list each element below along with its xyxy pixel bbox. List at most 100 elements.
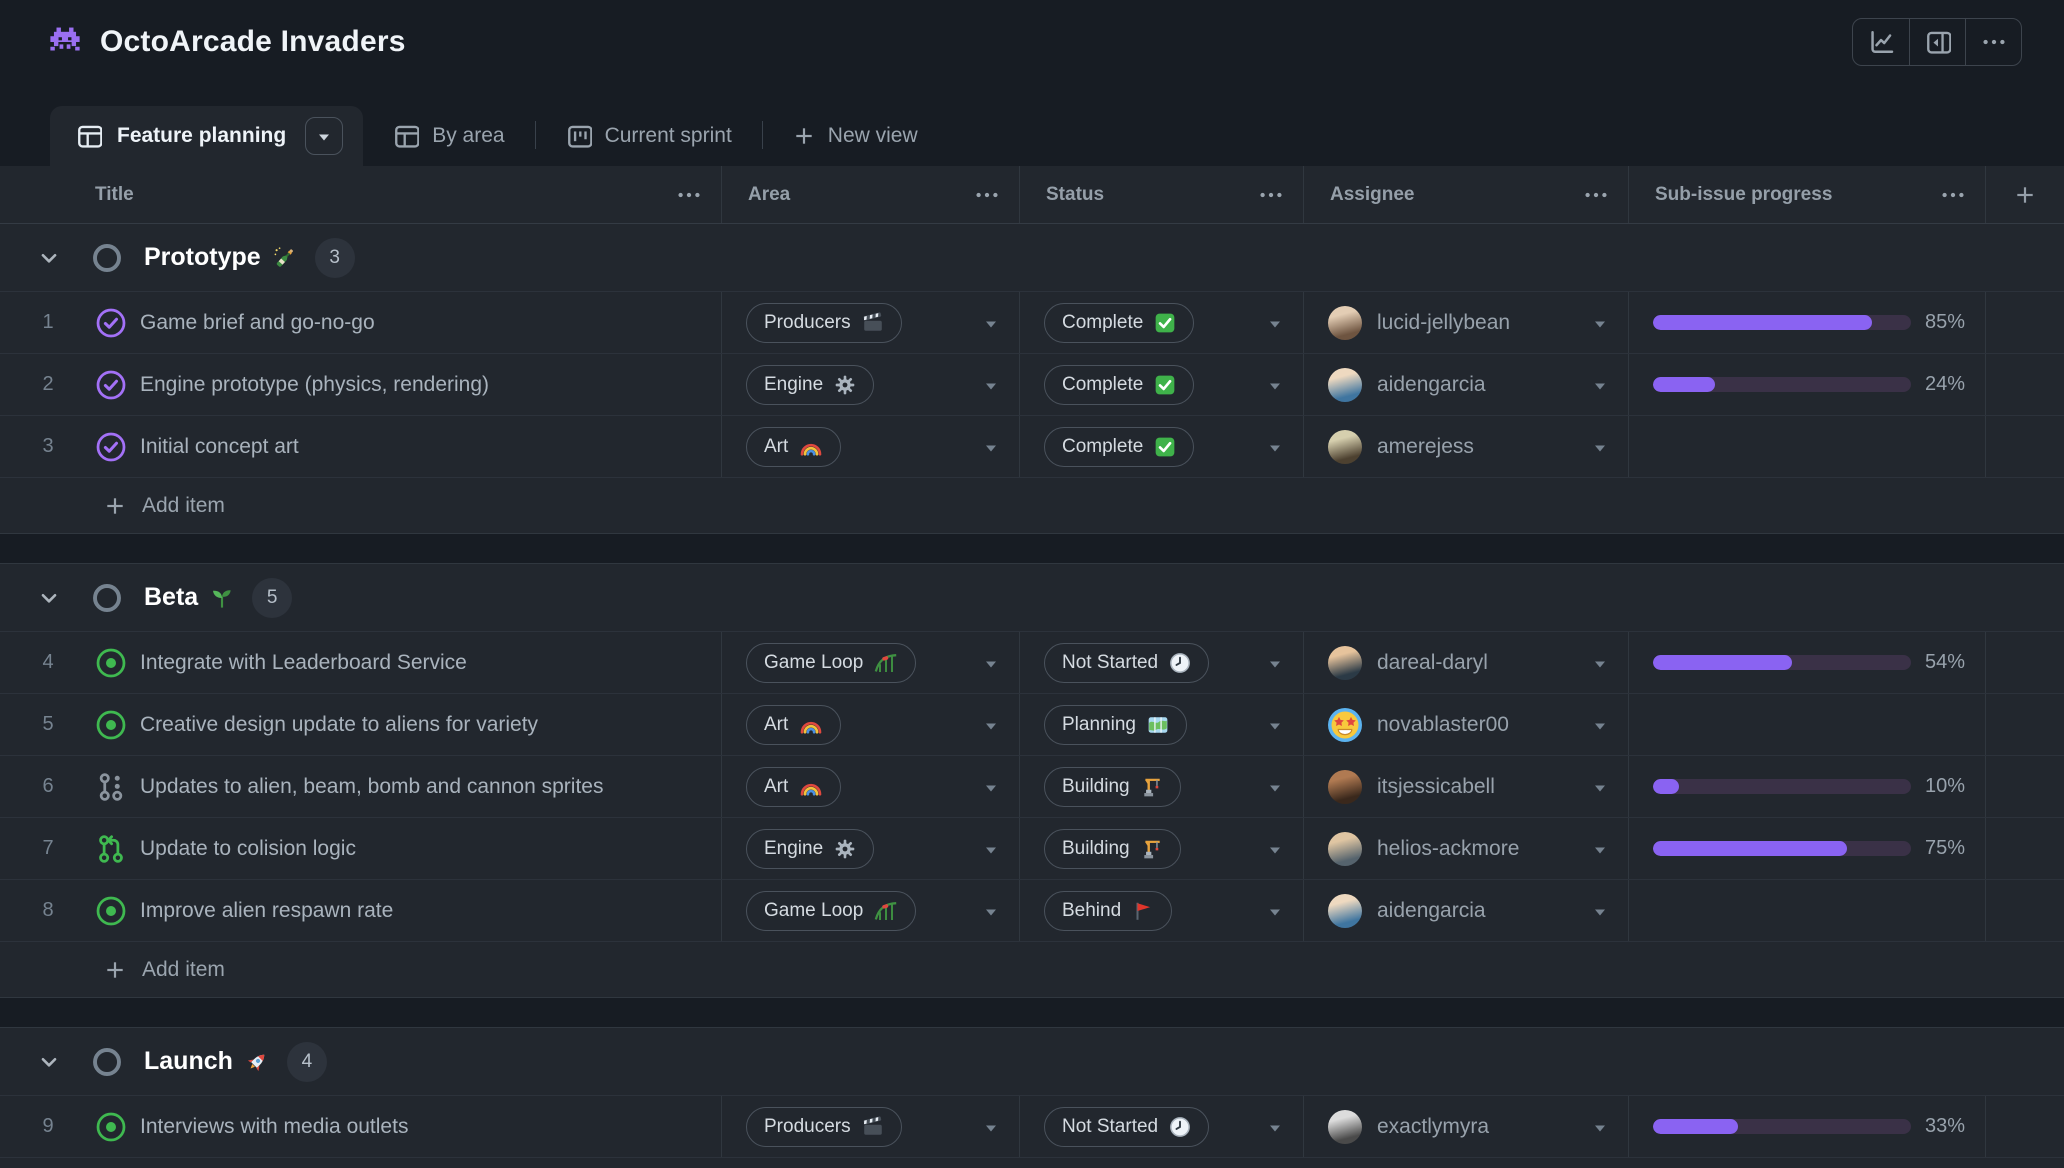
cell-dropdown-caret[interactable]	[1267, 717, 1283, 733]
area-chip[interactable]: Producers	[746, 303, 902, 343]
cell-dropdown-caret[interactable]	[983, 1119, 999, 1135]
new-view-button[interactable]: New view	[763, 106, 948, 166]
area-chip[interactable]: Game Loop	[746, 643, 916, 683]
status-chip[interactable]: Not Started	[1044, 1107, 1209, 1147]
title-cell[interactable]: 9 Interviews with media outlets	[0, 1096, 722, 1157]
assignee[interactable]: novablaster00	[1328, 708, 1509, 742]
area-chip[interactable]: Game Loop	[746, 891, 916, 931]
column-header-sub-issue-progress[interactable]: Sub-issue progress	[1629, 166, 1986, 223]
title-cell[interactable]: 6 Updates to alien, beam, bomb and canno…	[0, 756, 722, 817]
area-cell[interactable]: Game Loop	[722, 632, 1020, 693]
area-chip[interactable]: Art	[746, 767, 841, 807]
area-cell[interactable]: Art	[722, 694, 1020, 755]
title-cell[interactable]: 4 Integrate with Leaderboard Service	[0, 632, 722, 693]
status-chip[interactable]: Not Started	[1044, 643, 1209, 683]
cell-dropdown-caret[interactable]	[983, 779, 999, 795]
issue-title[interactable]: Integrate with Leaderboard Service	[140, 651, 467, 675]
cell-dropdown-caret[interactable]	[1267, 377, 1283, 393]
column-menu-icon[interactable]	[1584, 183, 1608, 207]
tab-feature-planning[interactable]: Feature planning	[50, 106, 363, 166]
add-item-button[interactable]: Add item	[0, 478, 2064, 534]
add-column-button[interactable]	[1986, 166, 2064, 223]
cell-dropdown-caret[interactable]	[983, 655, 999, 671]
issue-title[interactable]: Creative design update to aliens for var…	[140, 713, 538, 737]
issue-title[interactable]: Engine prototype (physics, rendering)	[140, 373, 489, 397]
title-cell[interactable]: 3 Initial concept art	[0, 416, 722, 477]
cell-dropdown-caret[interactable]	[983, 439, 999, 455]
cell-dropdown-caret[interactable]	[1267, 315, 1283, 331]
status-chip[interactable]: Complete	[1044, 427, 1194, 467]
area-cell[interactable]: Producers	[722, 1096, 1020, 1157]
assignee-cell[interactable]: lucid-jellybean	[1304, 292, 1629, 353]
cell-dropdown-caret[interactable]	[1592, 841, 1608, 857]
assignee[interactable]: helios-ackmore	[1328, 832, 1519, 866]
column-header-assignee[interactable]: Assignee	[1304, 166, 1629, 223]
column-menu-icon[interactable]	[975, 183, 999, 207]
column-header-title[interactable]: Title	[0, 166, 722, 223]
area-chip[interactable]: Art	[746, 705, 841, 745]
status-cell[interactable]: Planning	[1020, 694, 1304, 755]
assignee[interactable]: dareal-daryl	[1328, 646, 1488, 680]
issue-title[interactable]: Game brief and go-no-go	[140, 311, 375, 335]
issue-title[interactable]: Update to colision logic	[140, 837, 356, 861]
cell-dropdown-caret[interactable]	[1592, 315, 1608, 331]
title-cell[interactable]: 7 Update to colision logic	[0, 818, 722, 879]
area-chip[interactable]: Art	[746, 427, 841, 467]
cell-dropdown-caret[interactable]	[1267, 841, 1283, 857]
area-chip[interactable]: Engine	[746, 829, 874, 869]
status-cell[interactable]: Behind	[1020, 880, 1304, 941]
issue-title[interactable]: Interviews with media outlets	[140, 1115, 408, 1139]
assignee-cell[interactable]: helios-ackmore	[1304, 818, 1629, 879]
assignee[interactable]: exactlymyra	[1328, 1110, 1489, 1144]
cell-dropdown-caret[interactable]	[1592, 655, 1608, 671]
assignee[interactable]: lucid-jellybean	[1328, 306, 1510, 340]
assignee[interactable]: itsjessicabell	[1328, 770, 1495, 804]
cell-dropdown-caret[interactable]	[1267, 439, 1283, 455]
area-cell[interactable]: Engine	[722, 354, 1020, 415]
add-item-button[interactable]: Add item	[0, 942, 2064, 998]
status-cell[interactable]: Complete	[1020, 354, 1304, 415]
assignee-cell[interactable]: dareal-daryl	[1304, 632, 1629, 693]
group-collapse-chevron-icon[interactable]	[38, 247, 60, 269]
tab-current-sprint[interactable]: Current sprint	[536, 106, 762, 166]
area-cell[interactable]: Game Loop	[722, 880, 1020, 941]
cell-dropdown-caret[interactable]	[1592, 439, 1608, 455]
cell-dropdown-caret[interactable]	[1592, 779, 1608, 795]
assignee-cell[interactable]: novablaster00	[1304, 694, 1629, 755]
assignee[interactable]: aidengarcia	[1328, 368, 1486, 402]
cell-dropdown-caret[interactable]	[1267, 655, 1283, 671]
status-chip[interactable]: Building	[1044, 829, 1181, 869]
status-cell[interactable]: Not Started	[1020, 1096, 1304, 1157]
cell-dropdown-caret[interactable]	[1267, 903, 1283, 919]
status-chip[interactable]: Complete	[1044, 303, 1194, 343]
area-cell[interactable]: Producers	[722, 292, 1020, 353]
column-menu-icon[interactable]	[1259, 183, 1283, 207]
status-cell[interactable]: Building	[1020, 818, 1304, 879]
area-chip[interactable]: Engine	[746, 365, 874, 405]
area-cell[interactable]: Engine	[722, 818, 1020, 879]
cell-dropdown-caret[interactable]	[1592, 717, 1608, 733]
issue-title[interactable]: Initial concept art	[140, 435, 299, 459]
project-menu-button[interactable]	[1965, 19, 2021, 65]
cell-dropdown-caret[interactable]	[983, 841, 999, 857]
area-chip[interactable]: Producers	[746, 1107, 902, 1147]
status-chip[interactable]: Building	[1044, 767, 1181, 807]
assignee-cell[interactable]: itsjessicabell	[1304, 756, 1629, 817]
cell-dropdown-caret[interactable]	[1592, 377, 1608, 393]
column-menu-icon[interactable]	[677, 183, 701, 207]
title-cell[interactable]: 2 Engine prototype (physics, rendering)	[0, 354, 722, 415]
area-cell[interactable]: Art	[722, 756, 1020, 817]
title-cell[interactable]: 8 Improve alien respawn rate	[0, 880, 722, 941]
add-item-button[interactable]: Add item	[0, 1158, 2064, 1168]
assignee-cell[interactable]: aidengarcia	[1304, 880, 1629, 941]
assignee[interactable]: amerejess	[1328, 430, 1474, 464]
title-cell[interactable]: 5 Creative design update to aliens for v…	[0, 694, 722, 755]
cell-dropdown-caret[interactable]	[1592, 903, 1608, 919]
cell-dropdown-caret[interactable]	[983, 717, 999, 733]
status-cell[interactable]: Complete	[1020, 416, 1304, 477]
column-header-status[interactable]: Status	[1020, 166, 1304, 223]
assignee-cell[interactable]: amerejess	[1304, 416, 1629, 477]
issue-title[interactable]: Improve alien respawn rate	[140, 899, 393, 923]
status-cell[interactable]: Not Started	[1020, 632, 1304, 693]
side-panel-button[interactable]	[1909, 19, 1965, 65]
